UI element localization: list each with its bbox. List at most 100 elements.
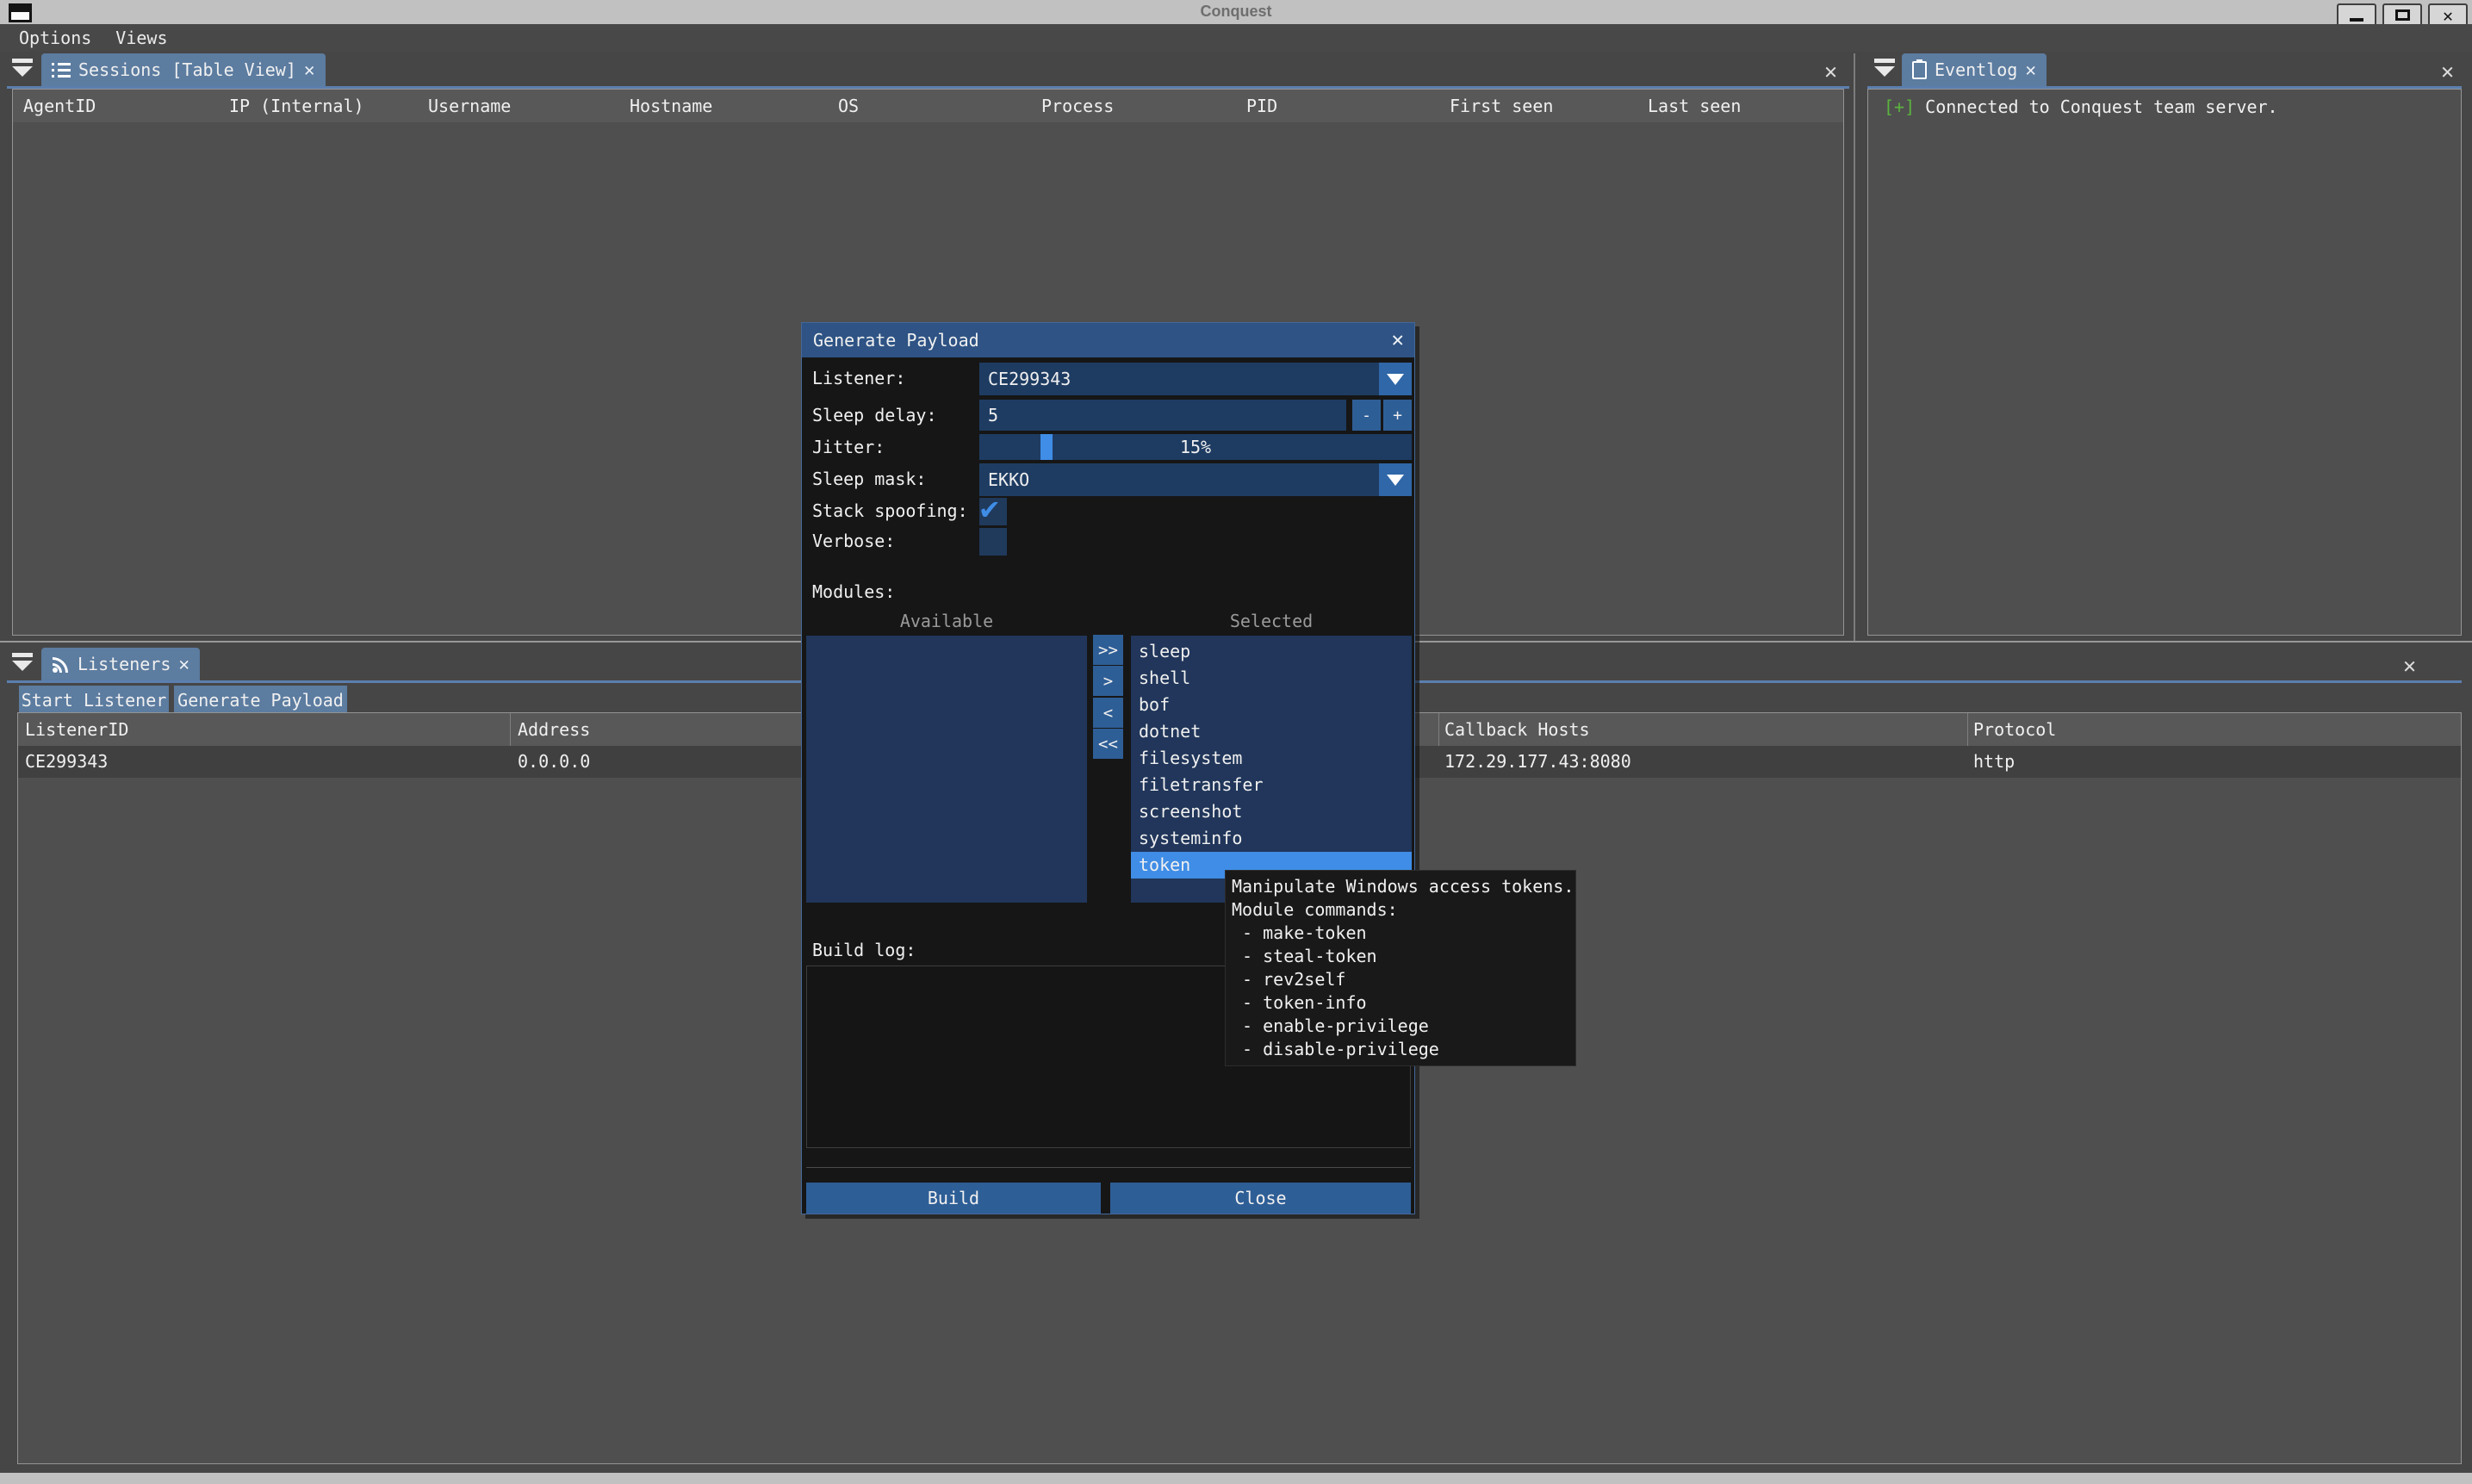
table-list-icon	[52, 63, 71, 78]
eventlog-entry: [+] Connected to Conquest team server.	[1884, 96, 2278, 117]
panel-divider[interactable]	[1854, 53, 1855, 641]
dialog-separator	[806, 1167, 1411, 1168]
clipboard-icon	[1912, 61, 1927, 79]
sessions-column-header[interactable]: Last seen	[1648, 90, 1741, 122]
maximize-icon	[2395, 9, 2410, 21]
app-window: Conquest ✕ OptionsViews Sessions [Table …	[0, 0, 2472, 1484]
eventlog-tab-close-icon[interactable]: ✕	[2025, 61, 2036, 79]
menu-item[interactable]: Views	[103, 24, 179, 52]
build-log-label: Build log:	[812, 940, 916, 960]
selected-module-item[interactable]: bof	[1131, 692, 1412, 718]
listeners-panel-close-icon[interactable]: ✕	[2403, 655, 2416, 676]
dialog-close-icon[interactable]: ✕	[1392, 329, 1404, 350]
listeners-column-header[interactable]: Callback Hosts	[1444, 713, 1590, 746]
broadcast-icon	[52, 655, 70, 674]
generate-payload-dialog: Generate Payload ✕ Listener: CE299343 Sl…	[801, 322, 1415, 1214]
jitter-label: Jitter:	[812, 437, 885, 457]
tab-sessions[interactable]: Sessions [Table View] ✕	[41, 53, 326, 86]
sessions-tab-close-icon[interactable]: ✕	[304, 61, 315, 79]
tooltip-line: Manipulate Windows access tokens.	[1232, 875, 1575, 898]
sleep-delay-input[interactable]: 5	[979, 400, 1346, 431]
stack-spoofing-checkbox[interactable]	[979, 498, 1007, 525]
sessions-column-header[interactable]: PID	[1246, 90, 1277, 122]
listener-select[interactable]: CE299343	[979, 363, 1412, 395]
sleep-mask-select-value: EKKO	[988, 469, 1029, 490]
listener-protocol-cell: http	[1973, 746, 2015, 778]
listeners-tab-close-icon[interactable]: ✕	[178, 655, 189, 674]
selected-module-item[interactable]: shell	[1131, 665, 1412, 692]
move-all-right-button[interactable]: >>	[1093, 635, 1123, 665]
sleep-delay-value: 5	[988, 405, 998, 425]
listener-select-value: CE299343	[988, 369, 1071, 389]
sessions-column-header[interactable]: Username	[428, 90, 511, 122]
module-tooltip: Manipulate Windows access tokens.Module …	[1225, 870, 1576, 1066]
listener-dropdown-button[interactable]	[1379, 363, 1412, 395]
selected-module-item[interactable]: systeminfo	[1131, 825, 1412, 852]
sleep-mask-label: Sleep mask:	[812, 469, 926, 489]
close-button[interactable]: Close	[1110, 1183, 1411, 1214]
verbose-label: Verbose:	[812, 531, 895, 551]
available-modules-list[interactable]	[806, 636, 1087, 903]
sessions-panel-menu-icon[interactable]	[12, 59, 33, 77]
listeners-column-header[interactable]: Protocol	[1973, 713, 2056, 746]
build-button[interactable]: Build	[806, 1183, 1101, 1214]
sleep-mask-dropdown-button[interactable]	[1379, 463, 1412, 496]
tooltip-line: - token-info	[1232, 991, 1575, 1015]
selected-modules-header: Selected	[1131, 611, 1412, 631]
stack-spoofing-label: Stack spoofing:	[812, 500, 968, 521]
sleep-delay-decrement-button[interactable]: -	[1352, 400, 1381, 431]
sleep-delay-label: Sleep delay:	[812, 405, 937, 425]
sessions-panel-close-icon[interactable]: ✕	[1824, 60, 1837, 82]
sessions-column-header[interactable]: First seen	[1450, 90, 1553, 122]
eventlog-output: [+] Connected to Conquest team server.	[1867, 89, 2462, 636]
eventlog-panel-close-icon[interactable]: ✕	[2441, 60, 2454, 82]
sessions-column-header[interactable]: Hostname	[630, 90, 712, 122]
chevron-down-icon	[1387, 374, 1404, 385]
selected-module-item[interactable]: filetransfer	[1131, 772, 1412, 798]
tab-eventlog[interactable]: Eventlog ✕	[1902, 53, 2047, 86]
move-left-button[interactable]: <	[1093, 698, 1123, 728]
menu-item[interactable]: Options	[7, 24, 103, 52]
maximize-button[interactable]	[2382, 3, 2422, 27]
close-icon: ✕	[2443, 7, 2453, 24]
tooltip-line: - rev2self	[1232, 968, 1575, 991]
selected-module-item[interactable]: dotnet	[1131, 718, 1412, 745]
move-all-left-button[interactable]: <<	[1093, 729, 1123, 759]
listener-callback-hosts-cell: 172.29.177.43:8080	[1444, 746, 1631, 778]
sessions-column-header[interactable]: OS	[838, 90, 859, 122]
sleep-delay-increment-button[interactable]: +	[1383, 400, 1412, 431]
window-icon	[9, 3, 32, 22]
window-title: Conquest	[1201, 3, 1272, 21]
listeners-panel-menu-icon[interactable]	[12, 653, 33, 671]
sessions-column-header[interactable]: Process	[1041, 90, 1114, 122]
minimize-button[interactable]	[2337, 3, 2376, 27]
jitter-slider[interactable]: 15%	[979, 434, 1412, 460]
generate-payload-button[interactable]: Generate Payload	[174, 686, 347, 715]
tooltip-line: - make-token	[1232, 922, 1575, 945]
available-modules-header: Available	[806, 611, 1087, 631]
listeners-column-header[interactable]: ListenerID	[25, 713, 128, 746]
selected-module-item[interactable]: filesystem	[1131, 745, 1412, 772]
sleep-mask-select[interactable]: EKKO	[979, 463, 1412, 496]
window-titlebar: Conquest ✕	[0, 0, 2472, 24]
dialog-titlebar[interactable]: Generate Payload	[802, 323, 1414, 357]
selected-module-item[interactable]: screenshot	[1131, 798, 1412, 825]
tooltip-line: Module commands:	[1232, 898, 1575, 922]
selected-modules-list[interactable]: sleepshellbofdotnetfilesystemfiletransfe…	[1131, 636, 1412, 903]
listeners-column-header[interactable]: Address	[518, 713, 590, 746]
jitter-value: 15%	[979, 434, 1412, 460]
start-listener-button[interactable]: Start Listener	[19, 686, 169, 715]
menubar: OptionsViews	[0, 24, 2472, 52]
selected-module-item[interactable]: sleep	[1131, 638, 1412, 665]
tooltip-line: - disable-privilege	[1232, 1038, 1575, 1061]
sessions-column-header[interactable]: IP (Internal)	[229, 90, 364, 122]
modules-label: Modules:	[812, 581, 895, 602]
dialog-title: Generate Payload	[813, 330, 979, 351]
move-right-button[interactable]: >	[1093, 666, 1123, 696]
sessions-column-header[interactable]: AgentID	[23, 90, 96, 122]
eventlog-panel-menu-icon[interactable]	[1874, 59, 1895, 77]
verbose-checkbox[interactable]	[979, 528, 1007, 556]
listener-address-cell: 0.0.0.0	[518, 746, 590, 778]
tab-listeners[interactable]: Listeners ✕	[41, 648, 200, 680]
close-window-button[interactable]: ✕	[2428, 3, 2468, 27]
